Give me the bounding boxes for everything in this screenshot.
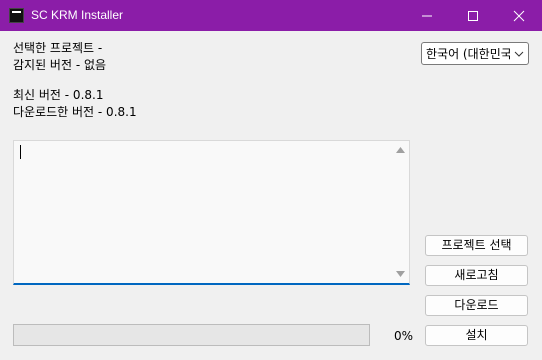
maximize-icon (468, 11, 478, 21)
selected-project-label: 선택한 프로젝트 - (13, 41, 103, 55)
app-console-icon (9, 8, 24, 23)
latest-version-label: 최신 버전 - 0.8.1 (13, 88, 104, 102)
installer-window: SC KRM Installer 선택한 프로젝트 - 감지된 버전 - 없음 … (0, 0, 542, 360)
minimize-icon (422, 15, 432, 17)
text-caret (20, 145, 21, 159)
maximize-button[interactable] (450, 0, 496, 31)
log-textbox[interactable] (13, 140, 410, 285)
minimize-button[interactable] (404, 0, 450, 31)
select-project-button[interactable]: 프로젝트 선택 (425, 235, 528, 256)
language-select[interactable]: 한국어 (대한민국) (421, 42, 529, 65)
download-button[interactable]: 다운로드 (425, 295, 528, 316)
refresh-button[interactable]: 새로고침 (425, 265, 528, 286)
install-button[interactable]: 설치 (425, 325, 528, 346)
detected-version-label: 감지된 버전 - 없음 (13, 58, 107, 72)
progress-percent: 0% (394, 329, 414, 343)
progress-bar (13, 324, 370, 346)
close-button[interactable] (496, 0, 542, 31)
title-bar[interactable]: SC KRM Installer (0, 0, 542, 31)
downloaded-version-label: 다운로드한 버전 - 0.8.1 (13, 105, 137, 119)
chevron-down-icon (514, 51, 524, 57)
scroll-up-arrow-icon[interactable] (396, 147, 405, 153)
close-icon (513, 10, 525, 22)
language-select-value: 한국어 (대한민국) (426, 47, 510, 61)
log-vertical-scrollbar[interactable] (392, 141, 409, 282)
window-title: SC KRM Installer (31, 8, 124, 22)
scroll-down-arrow-icon[interactable] (396, 271, 405, 277)
